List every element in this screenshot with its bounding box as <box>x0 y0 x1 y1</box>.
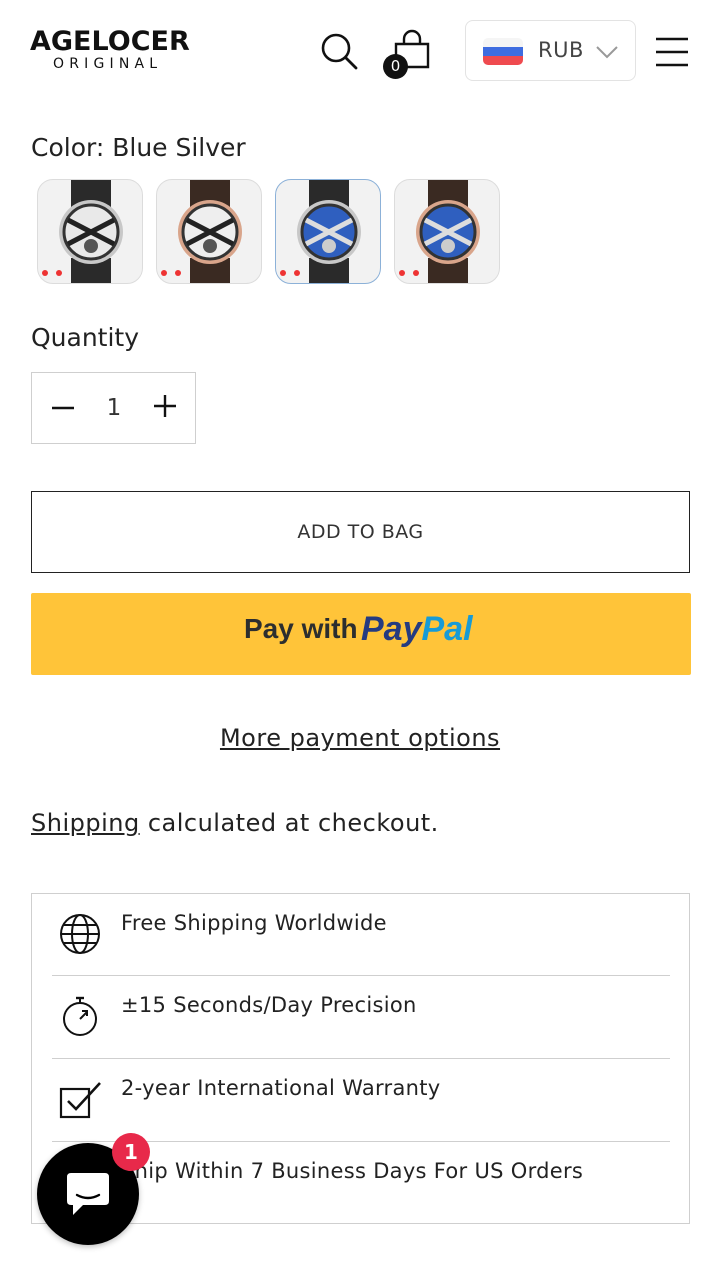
plus-icon[interactable] <box>148 389 182 423</box>
minus-icon[interactable] <box>46 391 80 425</box>
feature-item: 2-year International Warranty <box>52 1059 670 1142</box>
shipping-note: Shipping calculated at checkout. <box>31 809 439 837</box>
color-label-prefix: Color: <box>31 133 105 162</box>
color-swatch-blue-rose-gold[interactable] <box>394 179 500 284</box>
paypal-button[interactable]: Pay with PayPal <box>31 593 691 675</box>
color-swatch-black-rose-gold[interactable] <box>156 179 262 284</box>
feature-item: ±15 Seconds/Day Precision <box>52 976 670 1059</box>
chat-notification-badge: 1 <box>112 1133 150 1171</box>
currency-code: RUB <box>538 38 584 62</box>
more-payment-options-link[interactable]: More payment options <box>0 724 720 752</box>
feature-text: Ship Within 7 Business Days For US Order… <box>121 1159 584 1183</box>
feature-text: 2-year International Warranty <box>121 1076 441 1100</box>
color-label: Color: Blue Silver <box>31 133 246 162</box>
shipping-note-text: calculated at checkout. <box>139 809 439 837</box>
logo-line-2: ORIGINAL <box>53 56 163 72</box>
paypal-logo-part-1: Pay <box>361 610 422 648</box>
logo-line-1: AGELOCER <box>30 26 190 57</box>
color-swatch-blue-silver[interactable] <box>275 179 381 284</box>
quantity-input[interactable]: 1 <box>94 391 134 425</box>
paypal-logo-part-2: Pal <box>421 610 473 648</box>
chevron-down-icon <box>596 46 618 59</box>
site-header: AGELOCER ORIGINAL 0 RUB <box>0 0 720 100</box>
feature-text: Free Shipping Worldwide <box>121 911 387 935</box>
brand-logo[interactable]: AGELOCER ORIGINAL <box>30 26 190 74</box>
quantity-stepper: 1 <box>31 372 196 444</box>
hamburger-menu-icon[interactable] <box>654 35 690 69</box>
paypal-prefix: Pay with <box>244 613 358 644</box>
russia-flag-icon <box>483 38 523 65</box>
search-icon[interactable] <box>319 31 359 71</box>
paypal-logo: PayPal <box>361 610 473 649</box>
feature-text: ±15 Seconds/Day Precision <box>121 993 417 1017</box>
stopwatch-icon <box>63 996 97 1036</box>
add-to-bag-button[interactable]: ADD TO BAG <box>31 491 690 573</box>
globe-icon <box>60 914 100 954</box>
color-swatch-black-silver[interactable] <box>37 179 143 284</box>
currency-selector[interactable]: RUB <box>465 20 636 81</box>
shipping-link[interactable]: Shipping <box>31 809 140 837</box>
selected-color-value: Blue Silver <box>112 133 246 162</box>
feature-item: Free Shipping Worldwide <box>52 894 670 976</box>
checkbox-icon <box>59 1082 101 1119</box>
cart-count-badge[interactable]: 0 <box>383 54 408 79</box>
quantity-label: Quantity <box>31 323 140 352</box>
